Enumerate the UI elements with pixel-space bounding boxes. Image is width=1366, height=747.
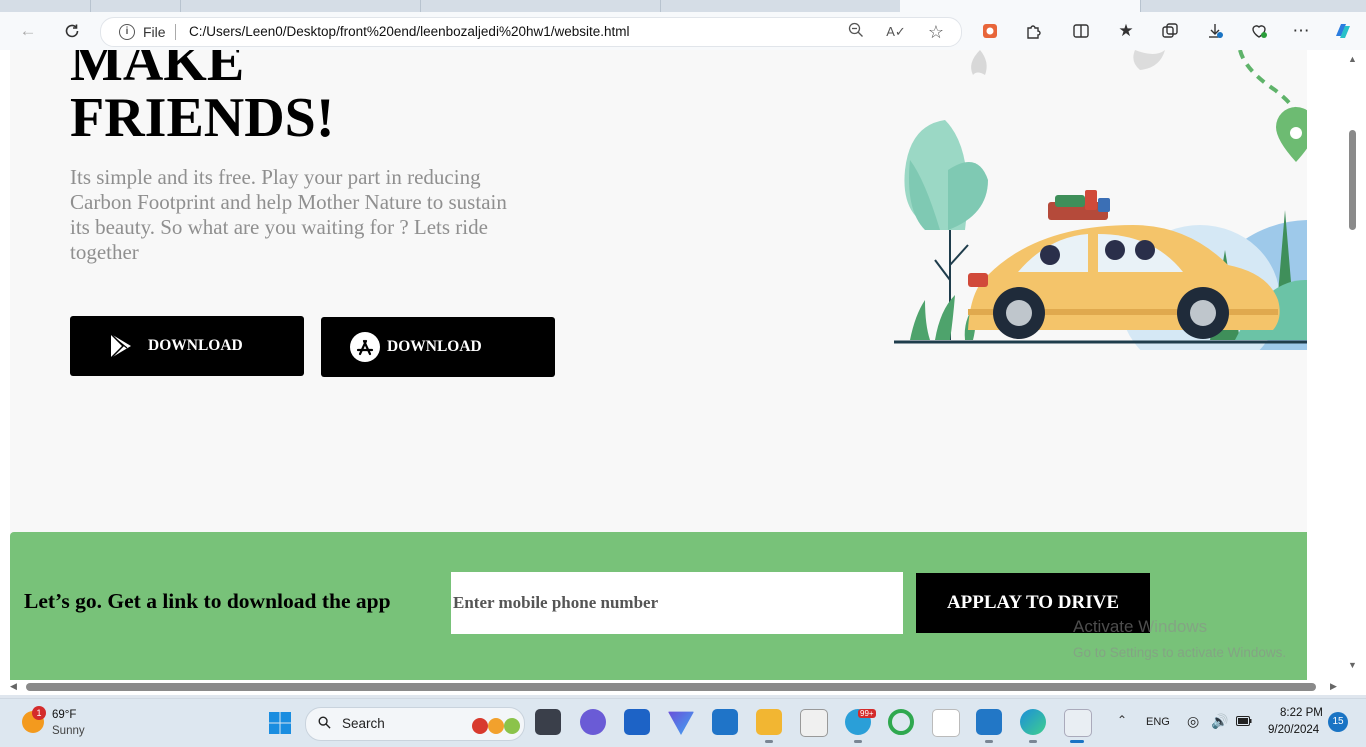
split-screen-icon[interactable] — [1068, 19, 1094, 43]
info-icon[interactable]: i — [119, 24, 135, 40]
taskbar-search[interactable]: Search — [305, 707, 525, 741]
search-highlight-fruits-icon — [470, 714, 522, 741]
banner-heading: Let’s go. Get a link to download the app — [24, 589, 391, 613]
horizontal-scrollbar[interactable]: ◀ ▶ — [0, 680, 1346, 694]
phone-number-input[interactable] — [451, 572, 903, 634]
horizontal-scroll-thumb[interactable] — [26, 683, 1316, 691]
vscode-icon[interactable] — [976, 709, 1002, 735]
google-play-icon — [106, 331, 136, 361]
app-store-download-button[interactable]: DOWNLOAD — [321, 317, 555, 377]
back-arrow-icon[interactable]: ← — [15, 19, 41, 43]
file-label: File — [143, 24, 166, 40]
activate-windows-subtext: Go to Settings to activate Windows. — [1073, 645, 1287, 660]
microsoft-store-icon[interactable] — [624, 709, 650, 735]
teams-meet-icon[interactable] — [580, 709, 606, 735]
input-language[interactable]: ENG — [1146, 716, 1170, 728]
start-windows-icon[interactable] — [268, 711, 292, 735]
telegram-running-indicator — [854, 740, 862, 743]
scroll-left-arrow-icon[interactable]: ◀ — [10, 681, 17, 692]
copilot-icon[interactable] — [1330, 19, 1356, 43]
tray-overflow-chevron-icon[interactable]: ⌃ — [1117, 713, 1127, 727]
url-text[interactable]: C:/Users/Leen0/Desktop/front%20end/leenb… — [189, 24, 630, 39]
scroll-right-arrow-icon[interactable]: ▶ — [1330, 681, 1337, 692]
search-label: Search — [342, 716, 385, 731]
weather-condition[interactable]: Sunny — [52, 725, 85, 737]
vertical-scroll-thumb[interactable] — [1349, 130, 1356, 230]
car-trip-illustration — [894, 50, 1307, 350]
green-ring-app-icon[interactable] — [888, 709, 914, 735]
favorites-icon[interactable]: ★ — [1113, 19, 1139, 43]
hero-description: Its simple and its free. Play your part … — [70, 165, 507, 264]
network-globe-icon[interactable]: ◎ — [1187, 713, 1199, 730]
hero-title-line2: FRIENDS! — [70, 87, 335, 149]
file-explorer-running-indicator — [765, 740, 773, 743]
windows-taskbar: 1 69°F Sunny Search 99+ ⌃ ENG ◎ 🔊 8:22 P… — [0, 698, 1366, 747]
volume-icon[interactable]: 🔊 — [1211, 713, 1228, 730]
scroll-up-arrow-icon[interactable]: ▲ — [1348, 54, 1357, 64]
vscode-running-indicator — [985, 740, 993, 743]
telegram-unread-badge: 99+ — [858, 709, 876, 718]
browser-toolbar: ← i File C:/Users/Leen0/Desktop/front%20… — [0, 12, 1366, 50]
collections-icon[interactable] — [1157, 19, 1183, 43]
zoom-out-icon[interactable] — [846, 22, 866, 42]
vertical-scrollbar[interactable]: ▲ ▼ — [1346, 50, 1360, 680]
tab-2[interactable] — [180, 0, 421, 12]
weather-temperature[interactable]: 69°F — [52, 709, 76, 721]
notepad-icon[interactable] — [800, 709, 828, 737]
scroll-down-arrow-icon[interactable]: ▼ — [1348, 660, 1357, 670]
browser-essentials-icon[interactable] — [1246, 19, 1272, 43]
clock-date[interactable]: 9/20/2024 — [1268, 724, 1319, 736]
read-aloud-icon[interactable]: A✓ — [886, 22, 906, 42]
weather-alert-badge: 1 — [32, 706, 46, 720]
edge-running-indicator — [1029, 740, 1037, 743]
snipping-active-indicator — [1070, 740, 1084, 743]
extension-icon[interactable] — [977, 19, 1003, 43]
google-play-download-button[interactable]: DOWNLOAD — [70, 316, 304, 376]
activate-windows-watermark: Activate Windows — [1073, 617, 1208, 636]
document-app-icon[interactable] — [932, 709, 960, 737]
google-play-label: DOWNLOAD — [148, 337, 243, 354]
clock-time[interactable]: 8:22 PM — [1280, 707, 1323, 719]
page-viewport: MAKE FRIENDS! Its simple and its free. P… — [0, 50, 1366, 695]
mail-icon[interactable] — [712, 709, 738, 735]
notification-count-badge[interactable]: 15 — [1328, 712, 1348, 732]
extensions-puzzle-icon[interactable] — [1021, 19, 1047, 43]
tab-strip — [0, 0, 1366, 12]
app-store-icon — [350, 332, 380, 362]
hero-title-line1: MAKE — [70, 50, 245, 93]
battery-icon[interactable] — [1236, 713, 1252, 729]
tab-profile[interactable] — [0, 0, 91, 12]
favorite-star-icon[interactable]: ☆ — [926, 22, 946, 42]
web-page: MAKE FRIENDS! Its simple and its free. P… — [10, 50, 1307, 680]
downloads-icon[interactable] — [1202, 19, 1228, 43]
file-explorer-icon[interactable] — [756, 709, 782, 735]
app-launcher-icon[interactable] — [668, 711, 694, 735]
refresh-icon[interactable] — [59, 19, 85, 43]
search-icon — [318, 716, 331, 729]
address-divider — [175, 24, 176, 40]
address-bar[interactable]: i File C:/Users/Leen0/Desktop/front%20en… — [100, 17, 962, 47]
tab-4[interactable] — [660, 0, 901, 12]
more-options-icon[interactable]: ⋯ — [1288, 19, 1314, 43]
app-store-label: DOWNLOAD — [387, 338, 482, 355]
snipping-tool-icon[interactable] — [1064, 709, 1092, 737]
tab-1[interactable] — [90, 0, 181, 12]
tab-active[interactable] — [900, 0, 1141, 12]
task-view-icon[interactable] — [535, 709, 561, 735]
edge-browser-icon[interactable] — [1020, 709, 1046, 735]
tab-3[interactable] — [420, 0, 661, 12]
